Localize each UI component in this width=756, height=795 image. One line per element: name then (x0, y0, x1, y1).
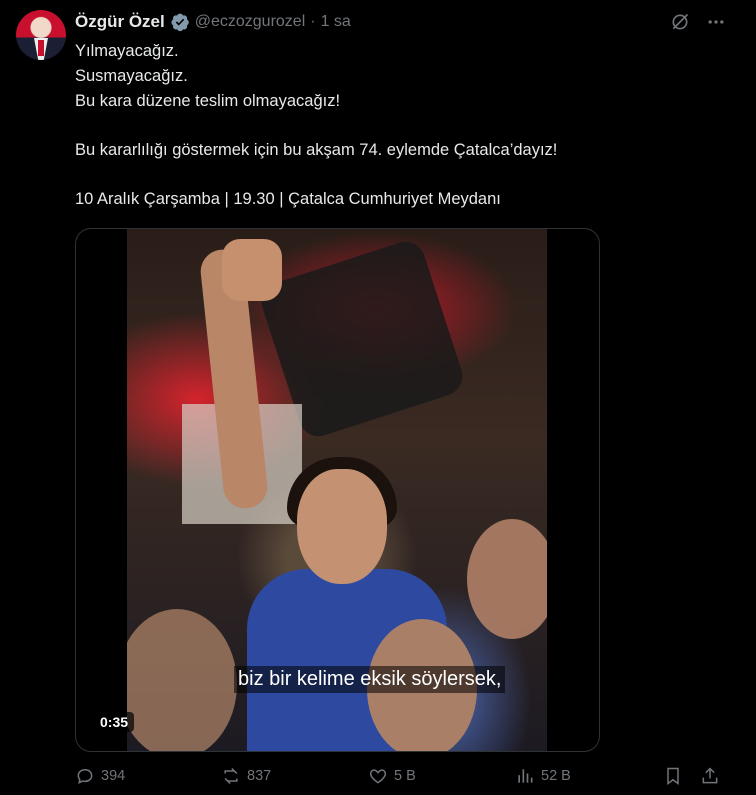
repost-count: 837 (247, 768, 272, 784)
avatar[interactable] (16, 10, 66, 60)
repost-icon (224, 767, 238, 785)
post-text: Yılmayacağız. Susmayacağız. Bu kara düze… (75, 39, 715, 212)
views-icon (518, 769, 533, 783)
author-handle[interactable]: @eczozgurozel (195, 13, 306, 31)
share-button[interactable] (700, 766, 720, 786)
top-icons (670, 12, 726, 32)
post-line: 10 Aralık Çarşamba | 19.30 | Çatalca Cum… (75, 190, 501, 208)
post-line: Yılmayacağız. (75, 42, 179, 60)
verified-badge-icon[interactable] (170, 12, 190, 32)
video-player[interactable]: biz bir kelime eksik söylersek, 0:35 (75, 228, 600, 752)
post-line: Bu kara düzene teslim olmayacağız! (75, 92, 341, 110)
grok-icon[interactable] (670, 12, 690, 32)
view-count: 52 B (541, 768, 571, 784)
video-duration: 0:35 (94, 712, 135, 732)
reply-button[interactable]: 394 (75, 766, 125, 786)
share-icon (702, 767, 718, 784)
views-button[interactable]: 52 B (515, 766, 571, 786)
like-count: 5 B (394, 768, 416, 784)
author-name[interactable]: Özgür Özel (75, 12, 165, 32)
like-button[interactable]: 5 B (368, 766, 416, 786)
post-line: Susmayacağız. (75, 67, 188, 85)
more-icon[interactable] (706, 12, 726, 32)
video-frame[interactable]: biz bir kelime eksik söylersek, (127, 229, 547, 751)
bookmark-icon (667, 767, 679, 785)
action-bar: 394 837 5 B 52 B (75, 766, 735, 794)
tweet-header: Özgür Özel @eczozgurozel · 1 sa (75, 11, 351, 33)
like-icon (369, 769, 387, 784)
post-time[interactable]: 1 sa (321, 13, 351, 31)
post-line: Bu kararlılığı göstermek için bu akşam 7… (75, 141, 558, 159)
repost-button[interactable]: 837 (221, 766, 271, 786)
reply-icon (77, 768, 93, 784)
bookmark-button[interactable] (663, 766, 683, 786)
separator-dot: · (310, 13, 316, 30)
reply-count: 394 (101, 768, 126, 784)
video-subtitle: biz bir kelime eksik söylersek, (234, 666, 506, 693)
